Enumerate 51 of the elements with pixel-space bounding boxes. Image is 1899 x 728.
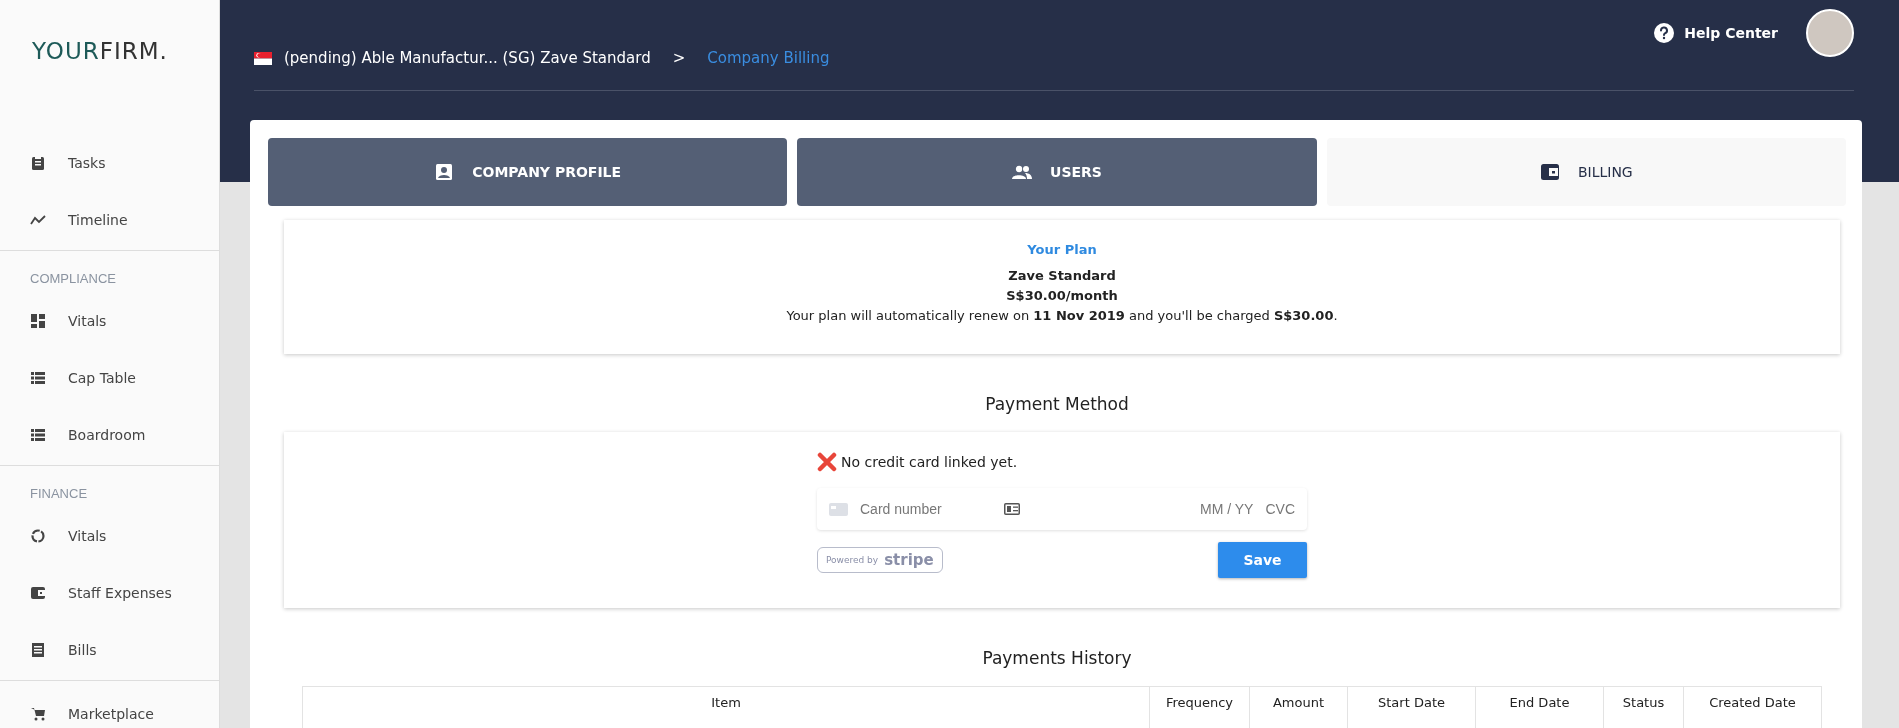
sidebar-item[interactable]: Tasks [0, 134, 219, 191]
cart-icon [30, 705, 46, 722]
card-status-text: No credit card linked yet. [841, 454, 1018, 470]
sidebar-item[interactable]: Bills [0, 621, 219, 678]
yourfirm-logo[interactable]: YOURFIRM. [0, 0, 219, 130]
singapore-flag-icon [254, 51, 272, 65]
tab[interactable]: BILLING [1326, 138, 1846, 206]
sidebar-item[interactable]: Vitals [0, 507, 219, 564]
cross-icon [817, 452, 837, 472]
tab[interactable]: USERS [797, 138, 1317, 206]
profile-card-icon [434, 163, 455, 181]
renewal-text: Your plan will automatically renew on 11 Nov 2019 and you'll be charged S$30.00. [786, 307, 1338, 325]
wallet-icon [30, 584, 46, 601]
donut-chart-icon [30, 527, 46, 544]
sidebar-item[interactable]: Staff Expenses [0, 564, 219, 621]
sidebar-item[interactable]: Timeline [0, 191, 219, 248]
breadcrumb-link[interactable]: (pending) Able Manufactur... (SG) Zave Standard [284, 49, 651, 67]
plan-title: Your Plan [1027, 241, 1097, 259]
clipboard-icon [30, 154, 46, 171]
column-header: Amount [1249, 687, 1347, 728]
column-header: End Date [1475, 687, 1603, 728]
breadcrumb-separator: > [672, 49, 686, 67]
sidebar-section-title: COMPLIANCE [29, 270, 117, 288]
plan-name: Zave Standard [1008, 267, 1116, 285]
list-icon [30, 369, 46, 386]
sidebar-item[interactable]: Boardroom [0, 406, 219, 463]
plan-price: S$30.00/month [1006, 287, 1118, 305]
credit-card-icon [829, 502, 848, 516]
sidebar-section-title: FINANCE [29, 485, 89, 503]
id-card-icon [1003, 503, 1020, 515]
wallet-icon [1539, 163, 1560, 181]
help-icon [1654, 23, 1675, 43]
sidebar-item[interactable]: Vitals [0, 292, 219, 349]
users-icon [1012, 163, 1033, 181]
column-header: Frequency [1149, 687, 1249, 728]
sidebar-item[interactable]: Cap Table [0, 349, 219, 406]
sidebar-item[interactable]: Marketplace [0, 685, 219, 728]
section-heading: Payments History [981, 648, 1133, 668]
tab[interactable]: COMPANY PROFILE [268, 138, 788, 206]
receipt-icon [30, 641, 46, 658]
column-header: Item [710, 694, 742, 712]
user-avatar[interactable] [1806, 9, 1854, 57]
card-input-field[interactable]: Card number MM / YY CVC [817, 488, 1307, 530]
column-header: Start Date [1347, 687, 1475, 728]
column-header: Status [1603, 687, 1683, 728]
column-header: Created Date [1683, 687, 1821, 728]
section-heading: Payment Method [984, 394, 1130, 414]
dashboard-icon [30, 312, 46, 329]
breadcrumb-link[interactable]: Company Billing [707, 49, 830, 67]
list-icon [30, 426, 46, 443]
help-center-link[interactable]: Help Center [1654, 23, 1778, 43]
